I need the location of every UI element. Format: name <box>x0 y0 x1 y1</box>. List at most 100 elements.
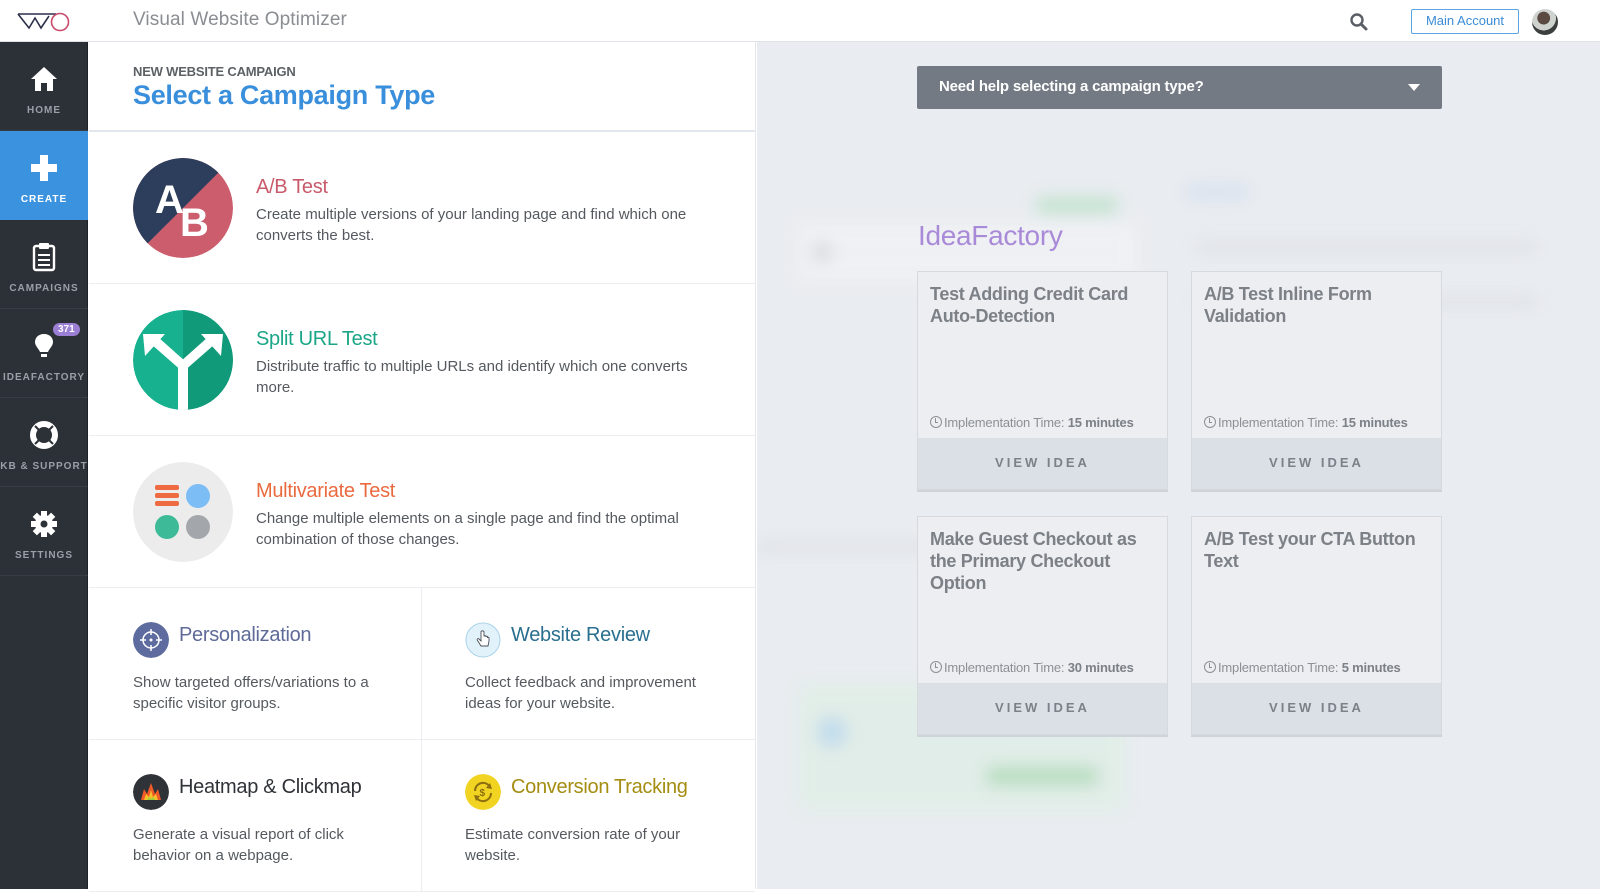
blurred-shape <box>1197 242 1537 252</box>
sidebar-item-campaigns[interactable]: CAMPAIGNS <box>0 220 88 309</box>
time-value: 15 minutes <box>1341 415 1408 430</box>
campaign-type-title: Personalization <box>179 624 312 646</box>
ab-test-icon: A B <box>133 158 233 258</box>
split-arrows-icon <box>133 310 233 410</box>
sidebar-item-label: HOME <box>27 105 61 116</box>
sidebar-item-label: SETTINGS <box>14 550 73 561</box>
implementation-time: Implementation Time: 30 minutes <box>930 660 1134 675</box>
panel-header: NEW WEBSITE CAMPAIGN Select a Campaign T… <box>89 42 755 132</box>
sidebar-item-home[interactable]: HOME <box>0 42 88 131</box>
clock-icon <box>930 416 942 428</box>
clipboard-icon <box>32 243 56 272</box>
campaign-type-desc: Collect feedback and improvement ideas f… <box>465 674 696 712</box>
sidebar-item-settings[interactable]: SETTINGS <box>0 487 88 576</box>
sidebar-item-label: IDEAFACTORY <box>2 372 86 383</box>
campaign-type-desc: Change multiple elements on a single pag… <box>256 510 679 548</box>
ideafactory-count-badge: 371 <box>53 323 80 336</box>
campaign-type-title: Website Review <box>511 624 650 646</box>
time-value: 15 minutes <box>1067 415 1134 430</box>
campaign-type-title: Conversion Tracking <box>511 776 688 798</box>
idea-card[interactable]: A/B Test your CTA Button Text Implementa… <box>1191 516 1442 735</box>
sidebar-item-label: CREATE <box>20 194 68 205</box>
gear-icon <box>31 511 57 537</box>
clock-icon <box>1204 661 1216 673</box>
sidebar-item-label: CAMPAIGNS <box>9 283 79 294</box>
campaign-type-ab-test[interactable]: A B A/B Test Create multiple versions of… <box>89 132 755 284</box>
vwo-logo[interactable] <box>16 10 74 32</box>
campaign-type-desc: Estimate conversion rate of your website… <box>465 826 681 864</box>
campaign-type-title: Heatmap & Clickmap <box>179 776 362 798</box>
search-icon[interactable] <box>1349 12 1369 32</box>
lightbulb-icon <box>35 334 53 357</box>
blurred-background <box>757 42 1600 889</box>
blurred-shape <box>987 767 1097 785</box>
campaign-type-desc: Create multiple versions of your landing… <box>256 206 687 244</box>
campaign-type-title: Split URL Test <box>256 328 378 350</box>
crosshair-icon <box>133 622 169 658</box>
time-value: 5 minutes <box>1341 660 1401 675</box>
time-prefix: Implementation Time: <box>944 660 1065 675</box>
sidebar-item-create[interactable]: CREATE <box>0 131 88 220</box>
implementation-time: Implementation Time: 5 minutes <box>1204 660 1401 675</box>
hand-pointer-icon <box>465 622 501 658</box>
idea-title: A/B Test your CTA Button Text <box>1204 529 1416 571</box>
dollar-cycle-icon: $ <box>465 774 501 810</box>
svg-text:$: $ <box>480 788 486 799</box>
help-dropdown-label: Need help selecting a campaign type? <box>939 78 1204 95</box>
campaign-type-conversion-tracking[interactable]: $ Conversion Tracking Estimate conversio… <box>422 740 755 892</box>
sidebar-item-kb-support[interactable]: KB & SUPPORT <box>0 398 88 487</box>
time-prefix: Implementation Time: <box>944 415 1065 430</box>
blurred-shape <box>1187 187 1247 197</box>
time-prefix: Implementation Time: <box>1218 660 1339 675</box>
time-prefix: Implementation Time: <box>1218 415 1339 430</box>
main-account-button[interactable]: Main Account <box>1411 9 1519 34</box>
time-value: 30 minutes <box>1067 660 1134 675</box>
implementation-time: Implementation Time: 15 minutes <box>1204 415 1408 430</box>
view-idea-button[interactable]: VIEW IDEA <box>918 438 1167 489</box>
blurred-shape <box>817 717 847 747</box>
campaign-type-desc: Generate a visual report of click behavi… <box>133 826 344 864</box>
campaign-type-panel: NEW WEBSITE CAMPAIGN Select a Campaign T… <box>89 42 756 892</box>
breadcrumb: NEW WEBSITE CAMPAIGN <box>133 64 296 79</box>
app-title: Visual Website Optimizer <box>133 9 347 30</box>
campaign-type-personalization[interactable]: Personalization Show targeted offers/var… <box>89 588 422 740</box>
lifebuoy-icon <box>30 421 58 449</box>
campaign-type-title: A/B Test <box>256 176 328 198</box>
sidebar-nav: HOME CREATE CAMPAIGNS 371 IDEAFACTORY KB… <box>0 42 88 889</box>
campaign-type-split-url[interactable]: Split URL Test Distribute traffic to mul… <box>89 284 755 436</box>
idea-card[interactable]: Make Guest Checkout as the Primary Check… <box>917 516 1168 735</box>
idea-card[interactable]: A/B Test Inline Form Validation Implemen… <box>1191 271 1442 490</box>
view-idea-button[interactable]: VIEW IDEA <box>1192 683 1441 734</box>
blurred-shape <box>1037 197 1117 215</box>
view-idea-button[interactable]: VIEW IDEA <box>918 683 1167 734</box>
user-avatar[interactable] <box>1532 9 1558 35</box>
campaign-type-multivariate[interactable]: Multivariate Test Change multiple elemen… <box>89 436 755 588</box>
blurred-shape <box>812 242 832 262</box>
multivariate-icon <box>133 462 233 562</box>
clock-icon <box>1204 416 1216 428</box>
sidebar-item-label: KB & SUPPORT <box>0 461 88 472</box>
campaign-type-desc: Distribute traffic to multiple URLs and … <box>256 358 688 396</box>
flame-icon <box>133 774 169 810</box>
sidebar-item-ideafactory[interactable]: 371 IDEAFACTORY <box>0 309 88 398</box>
idea-title: Make Guest Checkout as the Primary Check… <box>930 529 1137 593</box>
svg-text:B: B <box>180 201 209 245</box>
clock-icon <box>930 661 942 673</box>
scrollbar[interactable] <box>1591 42 1600 889</box>
home-icon <box>31 67 57 91</box>
page-title: Select a Campaign Type <box>133 80 436 110</box>
top-bar: Visual Website Optimizer Main Account <box>0 0 1600 42</box>
idea-title: A/B Test Inline Form Validation <box>1204 284 1372 326</box>
other-campaign-types: Personalization Show targeted offers/var… <box>89 588 755 892</box>
plus-icon <box>31 155 57 181</box>
view-idea-button[interactable]: VIEW IDEA <box>1192 438 1441 489</box>
campaign-type-website-review[interactable]: Website Review Collect feedback and impr… <box>422 588 755 740</box>
caret-down-icon <box>1408 84 1420 91</box>
campaign-help-dropdown[interactable]: Need help selecting a campaign type? <box>917 66 1442 109</box>
campaign-type-heatmap[interactable]: Heatmap & Clickmap Generate a visual rep… <box>89 740 422 892</box>
campaign-type-title: Multivariate Test <box>256 480 396 502</box>
ideafactory-title: IdeaFactory <box>918 220 1063 251</box>
implementation-time: Implementation Time: 15 minutes <box>930 415 1134 430</box>
idea-card[interactable]: Test Adding Credit Card Auto-Detection I… <box>917 271 1168 490</box>
idea-title: Test Adding Credit Card Auto-Detection <box>930 284 1129 326</box>
